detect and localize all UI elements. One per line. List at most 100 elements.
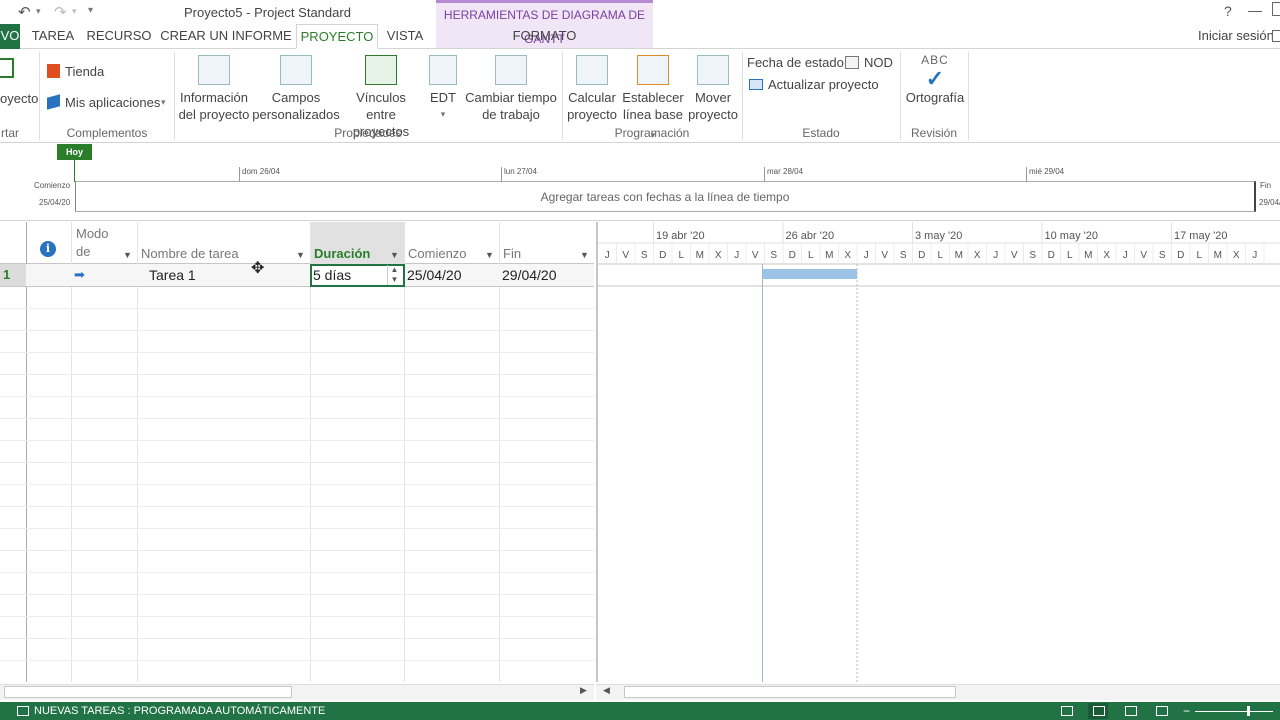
row-divider <box>0 308 594 309</box>
tab-crear-informe[interactable]: CREAR UN INFORME <box>160 24 292 49</box>
undo-icon[interactable]: ↶ <box>18 3 31 21</box>
grid-divider <box>137 222 138 682</box>
calendar-icon[interactable] <box>845 56 859 69</box>
set-baseline-label-1: Establecer <box>622 90 684 105</box>
team-planner-view-icon[interactable] <box>1125 706 1137 716</box>
tab-formato[interactable]: FORMATO <box>436 24 653 49</box>
task-usage-view-icon[interactable] <box>1061 706 1073 716</box>
signin-link[interactable]: Iniciar sesión <box>1198 28 1274 43</box>
tab-tarea[interactable]: TAREA <box>26 24 80 49</box>
update-project-icon <box>749 79 763 90</box>
duration-cell[interactable]: 5 días <box>313 264 351 286</box>
gantt-day-label: S <box>900 250 907 261</box>
zoom-slider[interactable] <box>1195 711 1273 712</box>
tab-proyecto[interactable]: PROYECTO <box>296 24 378 49</box>
gantt-day-label: L <box>1196 250 1202 261</box>
indicators-icon[interactable]: i <box>40 241 56 257</box>
timeline-end-date: 29/04/ <box>1259 198 1280 207</box>
change-working-time-button[interactable]: Cambiar tiempo de trabajo <box>463 55 559 123</box>
task-name-cell[interactable]: Tarea 1 <box>149 264 196 286</box>
my-apps-dropdown-icon[interactable]: ▾ <box>161 97 166 108</box>
duration-filter-icon[interactable]: ▼ <box>390 250 399 260</box>
scroll-left-icon[interactable]: ◀ <box>603 685 610 696</box>
grid-scroll-thumb[interactable] <box>4 686 292 698</box>
gantt-day-label: X <box>715 250 722 261</box>
gantt-day-label: V <box>1140 250 1147 261</box>
group-separator <box>968 52 969 140</box>
gantt-day-label: J <box>993 250 998 261</box>
row-divider <box>0 660 594 661</box>
update-project-button[interactable]: Actualizar proyecto <box>768 77 879 92</box>
row-divider <box>0 352 594 353</box>
row-divider <box>0 330 594 331</box>
duration-spinner-icon[interactable]: ▲ ▼ <box>387 265 401 285</box>
spelling-button[interactable]: ABC ✓ Ortografía <box>902 52 968 106</box>
col-header-task-name[interactable]: Nombre de tarea <box>141 246 239 261</box>
calculate-project-button[interactable]: Calcular proyecto <box>564 55 620 123</box>
row-divider <box>0 550 594 551</box>
gantt-day-label: M <box>825 250 833 261</box>
redo-dropdown-icon[interactable]: ▾ <box>72 6 77 17</box>
col-header-end[interactable]: Fin <box>503 246 521 261</box>
task-name-filter-icon[interactable]: ▼ <box>296 250 305 260</box>
mode-filter-icon[interactable]: ▼ <box>123 250 132 260</box>
zoom-slider-thumb[interactable] <box>1247 706 1250 716</box>
tab-vista[interactable]: VISTA <box>382 24 428 49</box>
gantt-day-label: V <box>1011 250 1018 261</box>
row-id[interactable]: 1 <box>3 264 10 286</box>
start-cell[interactable]: 25/04/20 <box>407 264 462 286</box>
col-header-start[interactable]: Comienzo <box>408 246 467 261</box>
store-button[interactable]: Tienda <box>65 64 104 79</box>
row-divider <box>0 374 594 375</box>
ribbon-tabs: VO TAREA RECURSO CREAR UN INFORME PROYEC… <box>0 24 1280 49</box>
project-info-button[interactable]: Información del proyecto <box>176 55 252 123</box>
gantt-day-label: M <box>1084 250 1092 261</box>
gantt-day-label: S <box>770 250 777 261</box>
customize-qat-icon[interactable]: ▾ <box>88 5 93 16</box>
timeline-tick: mar 28/04 <box>764 167 803 181</box>
minimize-icon[interactable]: — <box>1248 2 1262 18</box>
col-header-mode-1[interactable]: Modo <box>76 226 109 241</box>
restore-icon[interactable] <box>1272 2 1280 16</box>
gantt-day-label: D <box>659 250 666 261</box>
subproject-button-label[interactable]: oyecto <box>0 91 38 106</box>
end-cell[interactable]: 29/04/20 <box>502 264 557 286</box>
zoom-out-icon[interactable]: − <box>1183 702 1190 720</box>
subproject-icon[interactable] <box>0 58 14 78</box>
start-filter-icon[interactable]: ▼ <box>485 250 494 260</box>
redo-icon[interactable]: ↷ <box>54 3 67 21</box>
grid-divider <box>310 222 311 682</box>
calculate-project-label-1: Calcular <box>568 90 616 105</box>
my-apps-button[interactable]: Mis aplicaciones <box>65 95 160 110</box>
undo-dropdown-icon[interactable]: ▾ <box>36 6 41 17</box>
custom-fields-button[interactable]: Campos personalizados <box>252 55 340 123</box>
custom-fields-label-1: Campos <box>271 90 321 105</box>
scroll-right-icon[interactable]: ▶ <box>580 685 587 696</box>
grid-divider <box>71 222 72 682</box>
gantt-week-label: 19 abr '20 <box>656 230 705 242</box>
gantt-day-label: M <box>955 250 963 261</box>
row-divider <box>0 396 594 397</box>
gantt-day-label: D <box>1048 250 1055 261</box>
timeline-bar[interactable]: Agregar tareas con fechas a la línea de … <box>75 181 1256 212</box>
gantt-day-label: V <box>752 250 759 261</box>
row-divider <box>0 572 594 573</box>
wbs-button[interactable]: EDT ▾ <box>424 55 462 123</box>
col-header-mode-2[interactable]: de <box>76 244 90 259</box>
move-project-button[interactable]: Mover proyecto <box>686 55 740 123</box>
col-header-duration[interactable]: Duración <box>314 246 370 261</box>
store-icon <box>47 64 60 78</box>
end-filter-icon[interactable]: ▼ <box>580 250 589 260</box>
gantt-chart[interactable]: 19 abr '20 26 abr '20 3 may '20 10 may '20 1… <box>596 222 1280 682</box>
tab-recurso[interactable]: RECURSO <box>84 24 154 49</box>
share-icon[interactable] <box>1272 30 1280 42</box>
resource-sheet-view-icon[interactable] <box>1156 706 1168 716</box>
gantt-day-label: X <box>974 250 981 261</box>
tab-file[interactable]: VO <box>0 24 20 49</box>
cursor-icon: ✥ <box>251 260 265 277</box>
new-tasks-mode[interactable]: NUEVAS TAREAS : PROGRAMADA AUTOMÁTICAMEN… <box>34 702 325 720</box>
change-working-time-label-2: de trabajo <box>482 107 540 122</box>
gantt-scroll-thumb[interactable] <box>624 686 956 698</box>
help-icon[interactable]: ? <box>1224 3 1232 19</box>
status-date-value[interactable]: NOD <box>864 55 893 70</box>
